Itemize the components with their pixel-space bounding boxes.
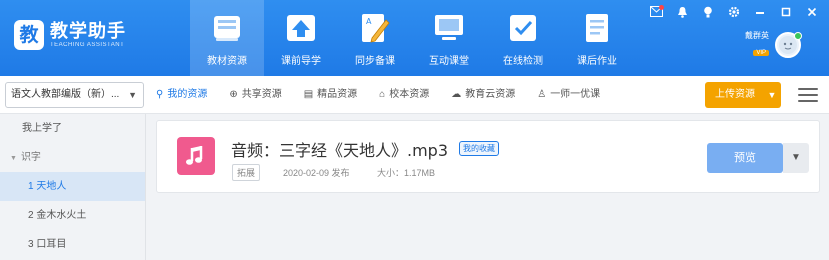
tab-school-resources[interactable]: ⌂ 校本资源 [379, 76, 429, 114]
nav-label: 在线检测 [503, 56, 543, 67]
classroom-screen-icon [435, 15, 463, 40]
nav-pre-class-guide[interactable]: 课前导学 [264, 0, 338, 76]
resource-card[interactable]: 音频：三字经《天地人》.mp3 我的收藏 拓展 2020-02-09 发布 大小… [156, 120, 820, 193]
tab-label: 精品资源 [317, 89, 358, 100]
maximize-icon[interactable] [779, 6, 793, 20]
nav-label: 同步备课 [355, 56, 395, 67]
nav-lesson-prep[interactable]: A 同步备课 [338, 0, 412, 76]
app-subtitle: TEACHING ASSISTANT [50, 41, 125, 48]
document-icon: ▤ [303, 89, 314, 100]
nav-textbook-resources[interactable]: 教材资源 [190, 0, 264, 76]
svg-text:A: A [366, 17, 372, 26]
upload-label: 上传资源 [715, 89, 755, 100]
chevron-down-icon: ▼ [128, 90, 137, 100]
user-panel[interactable]: 戴群英 VIP [745, 30, 802, 59]
resource-tabs: ⚲ 我的资源 ⊕ 共享资源 ▤ 精品资源 ⌂ 校本资源 ☁ 教育云资源 ♙ 一师… [156, 76, 622, 114]
chevron-down-icon[interactable]: ▼ [763, 82, 781, 108]
online-status-dot [794, 31, 802, 40]
logo-badge: 教 [14, 20, 44, 50]
teacher-icon: ♙ [537, 89, 547, 100]
hamburger-menu-icon[interactable] [798, 88, 818, 102]
tab-label: 一师一优课 [550, 89, 601, 100]
favorite-badge[interactable]: 我的收藏 [459, 141, 499, 156]
pencil-icon: A [362, 14, 390, 43]
nav-label: 教材资源 [207, 56, 247, 67]
tree-item[interactable]: 我上学了 [0, 114, 145, 143]
user-name: 戴群英 [745, 31, 769, 40]
tab-one-teacher-one-lesson[interactable]: ♙ 一师一优课 [537, 76, 600, 114]
close-icon[interactable] [805, 6, 819, 20]
preview-button[interactable]: 预览 [707, 143, 783, 173]
nav-label: 课前导学 [281, 56, 321, 67]
tree-item-lesson-active[interactable]: 1 天地人 [0, 172, 145, 201]
chevron-down-icon: ▼ [10, 155, 17, 162]
resource-toolbar: 语文人教部编版（新）... ▼ ⚲ 我的资源 ⊕ 共享资源 ▤ 精品资源 ⌂ 校… [0, 76, 829, 114]
nav-homework[interactable]: 课后作业 [560, 0, 634, 76]
notification-bell-icon[interactable] [675, 6, 689, 20]
lesson-tree: 我上学了 ▼ 识字 1 天地人 2 金木水火土 3 口耳目 [0, 114, 146, 260]
nav-label: 互动课堂 [429, 56, 469, 67]
tab-premium-resources[interactable]: ▤ 精品资源 [304, 76, 357, 114]
tab-my-resources[interactable]: ⚲ 我的资源 [156, 76, 207, 114]
window-controls [649, 5, 819, 20]
main-nav: 教材资源 课前导学 A 同步备课 互动课堂 在线检测 课后作业 [190, 0, 634, 76]
tree-group-label: 识字 [20, 152, 41, 163]
app-header: 教 教学助手 TEACHING ASSISTANT 教材资源 课前导学 A 同步… [0, 0, 829, 76]
tips-icon[interactable] [701, 6, 715, 20]
tab-shared-resources[interactable]: ⊕ 共享资源 [229, 76, 281, 114]
vip-badge: VIP [753, 50, 769, 56]
file-size: 大小：1.17MB [377, 168, 436, 178]
resource-title[interactable]: 音频：三字经《天地人》.mp3 [231, 137, 448, 161]
tab-edu-cloud-resources[interactable]: ☁ 教育云资源 [451, 76, 515, 114]
tree-item-lesson[interactable]: 3 口耳目 [0, 230, 145, 259]
publish-date: 2020-02-09 发布 [283, 168, 350, 178]
upload-arrow-icon [287, 15, 315, 41]
tree-group[interactable]: ▼ 识字 [0, 143, 145, 172]
tab-label: 我的资源 [167, 89, 208, 100]
tree-item-lesson[interactable]: 2 金木水火土 [0, 201, 145, 230]
school-icon: ⌂ [379, 89, 386, 100]
homework-icon [586, 14, 608, 42]
checklist-icon [510, 15, 536, 41]
chevron-down-icon[interactable]: ▼ [783, 143, 809, 173]
resource-tag: 拓展 [232, 164, 261, 181]
textbook-icon [214, 16, 240, 41]
minimize-icon[interactable] [753, 6, 767, 20]
user-resource-icon: ⚲ [156, 89, 164, 100]
upload-resource-button[interactable]: 上传资源 ▼ [705, 82, 781, 108]
settings-gear-icon[interactable] [727, 6, 741, 20]
audio-file-icon [177, 137, 215, 175]
nav-online-test[interactable]: 在线检测 [486, 0, 560, 76]
tab-label: 教育云资源 [465, 89, 516, 100]
cloud-icon: ☁ [451, 89, 462, 100]
nav-label: 课后作业 [577, 56, 617, 67]
app-logo: 教 教学助手 TEACHING ASSISTANT [14, 20, 126, 50]
edition-selected: 语文人教部编版（新）... [11, 89, 120, 100]
message-icon[interactable] [649, 5, 664, 20]
edition-select[interactable]: 语文人教部编版（新）... ▼ [5, 82, 144, 108]
globe-icon: ⊕ [229, 89, 238, 100]
app-title: 教学助手 [50, 20, 126, 41]
tab-label: 共享资源 [241, 89, 282, 100]
avatar[interactable] [775, 31, 802, 58]
nav-interactive-class[interactable]: 互动课堂 [412, 0, 486, 76]
tab-label: 校本资源 [389, 89, 430, 100]
